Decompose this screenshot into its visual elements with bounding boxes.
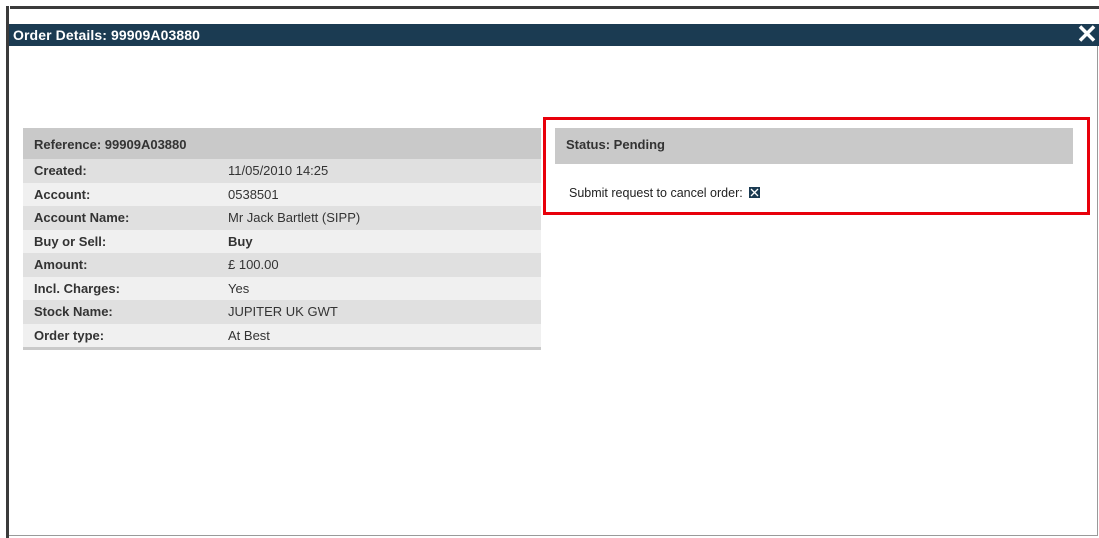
detail-value: £ 100.00 [228,257,279,272]
detail-value: 11/05/2010 14:25 [228,163,329,178]
detail-label: Created: [34,163,87,178]
order-details-table: Reference: 99909A03880 Created: 11/05/20… [23,128,541,350]
detail-value: Yes [228,280,250,296]
detail-value: Buy [228,233,253,249]
detail-value: At Best [228,327,270,343]
dialog-titlebar: Order Details: 99909A03880 ✕ [9,21,1099,47]
detail-row-stock-name: Stock Name: JUPITER UK GWT [23,300,541,324]
detail-value: 0538501 [228,186,279,202]
detail-row-account-name: Account Name: Mr Jack Bartlett (SIPP) [23,206,541,230]
status-highlight-box [543,117,1090,215]
detail-row-buy-sell: Buy or Sell: Buy [23,229,541,253]
dialog-title: Order Details: 99909A03880 [13,27,201,43]
table-footer-divider [23,347,541,350]
detail-value: Mr Jack Bartlett (SIPP) [228,210,361,225]
detail-value: JUPITER UK GWT [228,304,338,319]
close-icon[interactable]: ✕ [1075,21,1099,47]
detail-row-incl-charges: Incl. Charges: Yes [23,276,541,300]
detail-row-amount: Amount: £ 100.00 [23,253,541,277]
detail-label: Stock Name: [34,304,113,319]
detail-label: Buy or Sell: [34,233,107,249]
detail-row-order-type: Order type: At Best [23,323,541,347]
detail-row-created: Created: 11/05/2010 14:25 [23,159,541,183]
detail-label: Incl. Charges: [34,280,120,296]
detail-row-account: Account: 0538501 [23,182,541,206]
detail-label: Order type: [34,327,105,343]
detail-label: Amount: [34,257,88,272]
window-top-border [0,6,1099,9]
reference-header: Reference: 99909A03880 [23,128,541,159]
detail-label: Account: [34,186,91,202]
detail-label: Account Name: [34,210,130,225]
